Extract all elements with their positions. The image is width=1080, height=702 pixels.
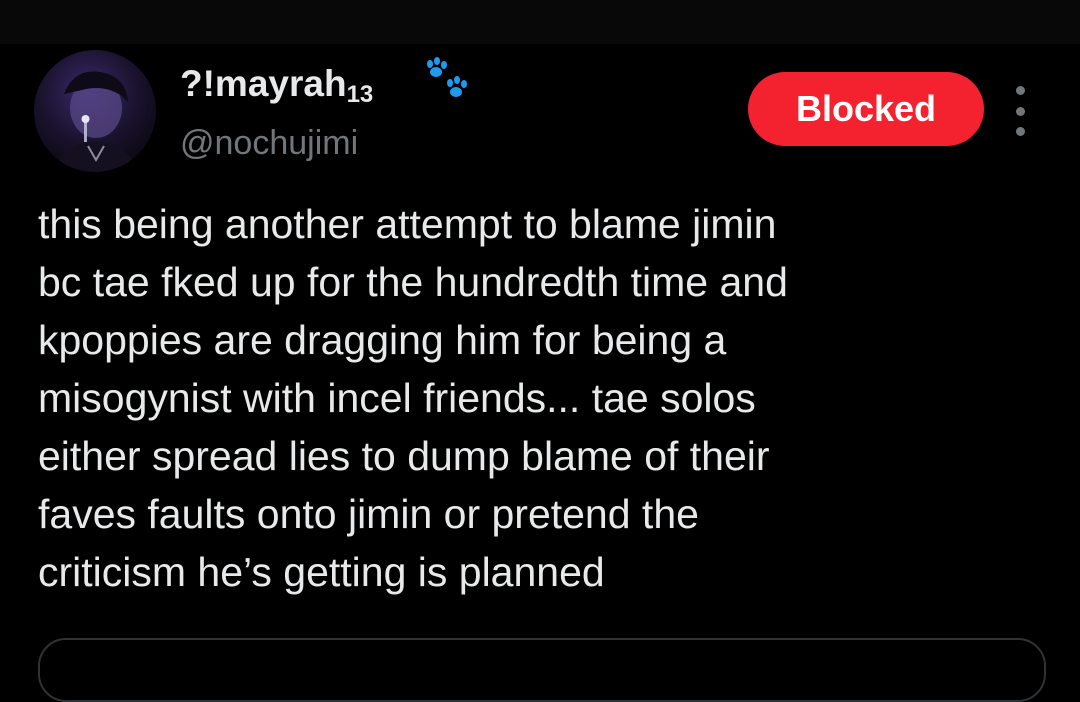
- top-bar-strip: [0, 0, 1080, 44]
- avatar-photo: [54, 71, 138, 172]
- tweet-line: this being another attempt to blame jimi…: [38, 201, 777, 247]
- more-dot: [1015, 127, 1025, 136]
- tweet-line: either spread lies to dump blame of thei…: [38, 433, 770, 479]
- tweet-line: kpoppies are dragging him for being a: [38, 317, 727, 363]
- tweet-line: bc tae fked up for the hundredth time an…: [38, 259, 788, 305]
- display-name[interactable]: ?!mayrah13: [180, 62, 373, 117]
- more-dot: [1015, 86, 1025, 95]
- more-vertical-icon[interactable]: [1006, 86, 1034, 136]
- tweet-text: this being another attempt to blame jimi…: [38, 195, 1048, 601]
- user-handle[interactable]: @nochujimi: [180, 122, 358, 164]
- tweet-line: criticism he’s getting is planned: [38, 549, 605, 595]
- quoted-card-edge[interactable]: [38, 638, 1046, 702]
- more-dot: [1015, 106, 1025, 116]
- blocked-button[interactable]: Blocked: [748, 72, 984, 146]
- paw-prints-icon: [427, 57, 467, 97]
- tweet-line: faves faults onto jimin or pretend the: [38, 491, 699, 537]
- display-name-subscript: 13: [346, 81, 374, 108]
- avatar[interactable]: [34, 50, 156, 172]
- tweet-line: misogynist with incel friends... tae sol…: [38, 375, 756, 421]
- display-name-text: ?!mayrah: [180, 63, 347, 104]
